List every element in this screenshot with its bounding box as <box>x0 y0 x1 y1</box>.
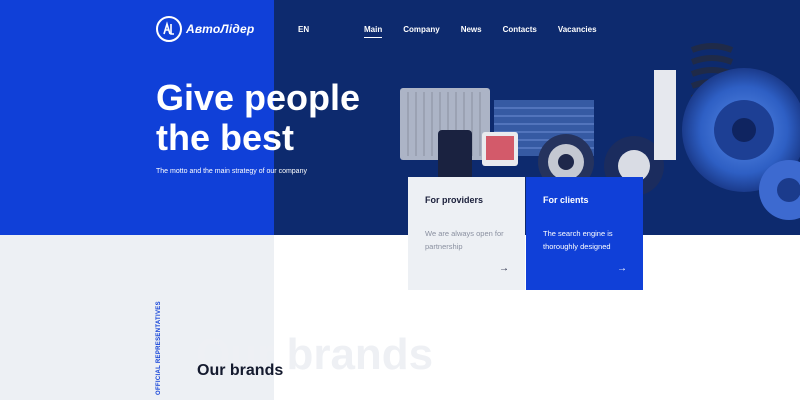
card-description: We are always open for partnership <box>425 229 504 251</box>
logo-mark-icon <box>156 16 182 42</box>
arrow-right-icon[interactable]: → <box>617 263 627 274</box>
main-nav: Main Company News Contacts Vacancies <box>364 25 618 38</box>
hero-title: Give people the best <box>156 77 361 158</box>
nav-item-contacts[interactable]: Contacts <box>503 25 537 34</box>
card-title: For providers <box>425 195 484 205</box>
side-label: OFFICIAL REPRESENTATIVES <box>156 301 162 395</box>
hero-subtitle: The motto and the main strategy of our c… <box>156 168 307 175</box>
card-providers[interactable]: For providers We are always open for par… <box>408 177 525 290</box>
language-switch[interactable]: EN <box>298 25 309 34</box>
nav-item-vacancies[interactable]: Vacancies <box>558 25 597 34</box>
card-description: The search engine is thoroughly designed <box>543 229 613 251</box>
nav-item-main[interactable]: Main <box>364 25 383 38</box>
card-title: For clients <box>543 195 589 205</box>
logo[interactable]: АвтоЛідер <box>156 16 254 42</box>
arrow-right-icon[interactable]: → <box>499 263 509 274</box>
card-clients[interactable]: For clients The search engine is thoroug… <box>526 177 643 290</box>
logo-text: АвтоЛідер <box>186 22 255 36</box>
section-title: Our brands <box>197 362 284 379</box>
nav-item-company[interactable]: Company <box>403 25 439 34</box>
nav-item-news[interactable]: News <box>461 25 482 34</box>
